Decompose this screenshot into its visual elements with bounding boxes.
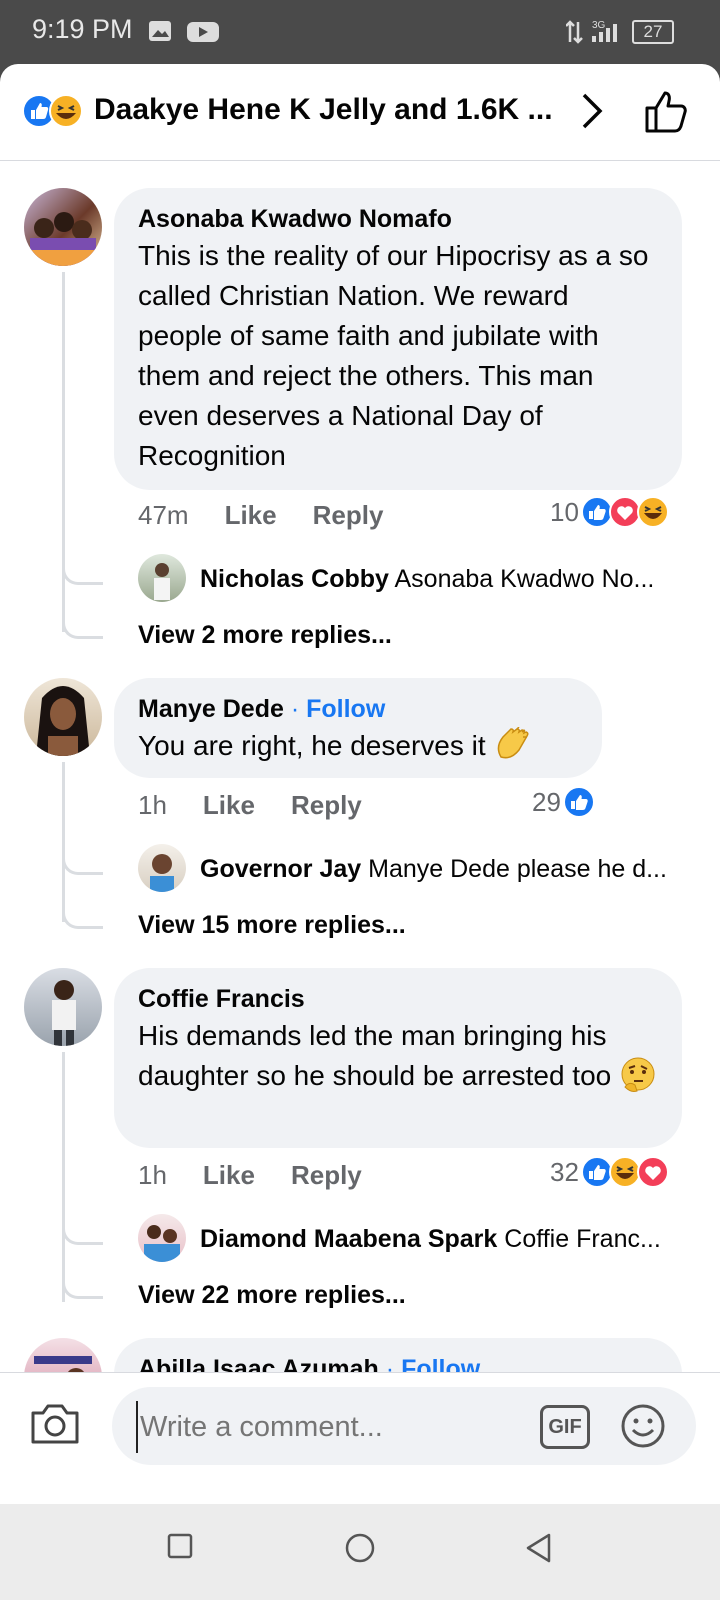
comment-text-row: His demands led the man bringing his dau… bbox=[138, 1016, 658, 1096]
reaction-count-value: 29 bbox=[532, 786, 561, 817]
like-icon bbox=[562, 786, 595, 818]
reply-avatar[interactable] bbox=[138, 554, 186, 602]
comment-author-row: Manye Dede · Follow bbox=[138, 694, 578, 724]
reply-author[interactable]: Diamond Maabena Spark bbox=[200, 1225, 497, 1253]
haha-icon bbox=[49, 94, 83, 128]
love-icon bbox=[636, 1156, 669, 1188]
youtube-notification-icon bbox=[187, 22, 219, 42]
like-button[interactable]: Like bbox=[203, 1160, 255, 1190]
avatar[interactable] bbox=[24, 678, 102, 756]
reply-button[interactable]: Reply bbox=[291, 1160, 362, 1190]
reply-preview[interactable]: Nicholas Cobby Asonaba Kwadwo No... bbox=[200, 565, 680, 594]
reactions-title[interactable]: Daakye Hene K Jelly and 1.6K ... bbox=[94, 93, 553, 127]
comment-actions: 1h Like Reply bbox=[138, 790, 398, 821]
reaction-count[interactable]: 29 bbox=[532, 786, 595, 818]
reply-text: Asonaba Kwadwo No... bbox=[394, 565, 655, 593]
emoji-icon[interactable] bbox=[620, 1403, 666, 1449]
comment-list[interactable]: Asonaba Kwadwo Nomafo This is the realit… bbox=[0, 160, 720, 1464]
reply-author[interactable]: Governor Jay bbox=[200, 855, 361, 883]
comment-text: This is the reality of our Hipocrisy as … bbox=[138, 240, 649, 471]
comment-input[interactable] bbox=[136, 1401, 532, 1453]
gallery-notification-icon bbox=[149, 21, 171, 41]
battery-icon: 27 bbox=[632, 20, 674, 44]
home-icon[interactable] bbox=[344, 1532, 376, 1564]
reply-text: Coffie Franc... bbox=[504, 1225, 661, 1253]
thread-line bbox=[62, 1052, 65, 1302]
reaction-count-value: 10 bbox=[550, 496, 579, 527]
network-type-label: 3G bbox=[592, 20, 606, 31]
reply-preview[interactable]: Diamond Maabena Spark Coffie Franc... bbox=[200, 1225, 680, 1254]
thread-branch bbox=[62, 1216, 103, 1245]
reply-avatar[interactable] bbox=[138, 844, 186, 892]
reaction-count[interactable]: 32 bbox=[550, 1156, 669, 1188]
system-nav-bar bbox=[0, 1504, 720, 1600]
comment-text: His demands led the man bringing his dau… bbox=[138, 1020, 612, 1091]
comment-author[interactable]: Coffie Francis bbox=[138, 984, 658, 1014]
camera-icon[interactable] bbox=[30, 1401, 80, 1445]
reply-text: Manye Dede please he d... bbox=[368, 855, 667, 883]
reply-author[interactable]: Nicholas Cobby bbox=[200, 565, 389, 593]
reactions-header[interactable]: Daakye Hene K Jelly and 1.6K ... bbox=[0, 64, 720, 161]
comment-author[interactable]: Asonaba Kwadwo Nomafo bbox=[138, 204, 658, 234]
comment-bubble[interactable]: Manye Dede · Follow You are right, he de… bbox=[114, 678, 602, 778]
comment-author[interactable]: Manye Dede bbox=[138, 695, 284, 723]
comment-actions: 1h Like Reply bbox=[138, 1160, 398, 1191]
like-button[interactable]: Like bbox=[225, 500, 277, 530]
view-more-replies[interactable]: View 15 more replies... bbox=[138, 911, 406, 940]
chevron-right-icon[interactable] bbox=[580, 92, 604, 130]
reaction-count-value: 32 bbox=[550, 1156, 579, 1187]
back-icon[interactable] bbox=[524, 1532, 554, 1564]
status-bar: 9:19 PM 3G 27 bbox=[0, 0, 720, 64]
gif-button[interactable]: GIF bbox=[540, 1405, 590, 1449]
reaction-count[interactable]: 10 bbox=[550, 496, 669, 528]
like-button[interactable]: Like bbox=[203, 790, 255, 820]
comment-composer: GIF bbox=[0, 1372, 720, 1477]
signal-icon: 3G bbox=[566, 20, 617, 44]
reply-preview[interactable]: Governor Jay Manye Dede please he d... bbox=[200, 855, 680, 884]
view-more-replies[interactable]: View 2 more replies... bbox=[138, 621, 392, 650]
comment-bubble[interactable]: Asonaba Kwadwo Nomafo This is the realit… bbox=[114, 188, 682, 490]
comment-text: You are right, he deserves it bbox=[138, 730, 486, 761]
separator-dot: · bbox=[290, 695, 300, 723]
view-more-replies[interactable]: View 22 more replies... bbox=[138, 1281, 406, 1310]
clapping-hands-icon bbox=[498, 726, 529, 759]
battery-level: 27 bbox=[643, 22, 663, 41]
comments-sheet: Daakye Hene K Jelly and 1.6K ... Asonaba… bbox=[0, 64, 720, 1504]
comment-time[interactable]: 1h bbox=[138, 1160, 167, 1190]
comment-actions: 47m Like Reply bbox=[138, 500, 419, 531]
comment-bubble[interactable]: Coffie Francis His demands led the man b… bbox=[114, 968, 682, 1148]
thread-branch bbox=[62, 610, 103, 639]
comment-field[interactable]: GIF bbox=[112, 1387, 696, 1465]
follow-button[interactable]: Follow bbox=[306, 695, 385, 723]
avatar[interactable] bbox=[24, 968, 102, 1046]
gif-label: GIF bbox=[548, 1416, 582, 1438]
thread-branch bbox=[62, 1270, 103, 1299]
comment-time[interactable]: 1h bbox=[138, 790, 167, 820]
thread-branch bbox=[62, 846, 103, 875]
status-time: 9:19 PM bbox=[32, 14, 133, 44]
comment-time[interactable]: 47m bbox=[138, 500, 189, 530]
reply-button[interactable]: Reply bbox=[313, 500, 384, 530]
reply-button[interactable]: Reply bbox=[291, 790, 362, 820]
comment-text-row: You are right, he deserves it bbox=[138, 726, 578, 766]
thread-branch bbox=[62, 556, 103, 585]
haha-icon bbox=[636, 496, 669, 528]
thread-branch bbox=[62, 900, 103, 929]
avatar[interactable] bbox=[24, 188, 102, 266]
recent-apps-icon[interactable] bbox=[166, 1532, 194, 1560]
reply-avatar[interactable] bbox=[138, 1214, 186, 1262]
like-post-icon[interactable] bbox=[644, 88, 688, 134]
thread-line bbox=[62, 762, 65, 922]
header-reactions bbox=[22, 94, 83, 128]
thinking-face-icon bbox=[621, 1057, 655, 1092]
